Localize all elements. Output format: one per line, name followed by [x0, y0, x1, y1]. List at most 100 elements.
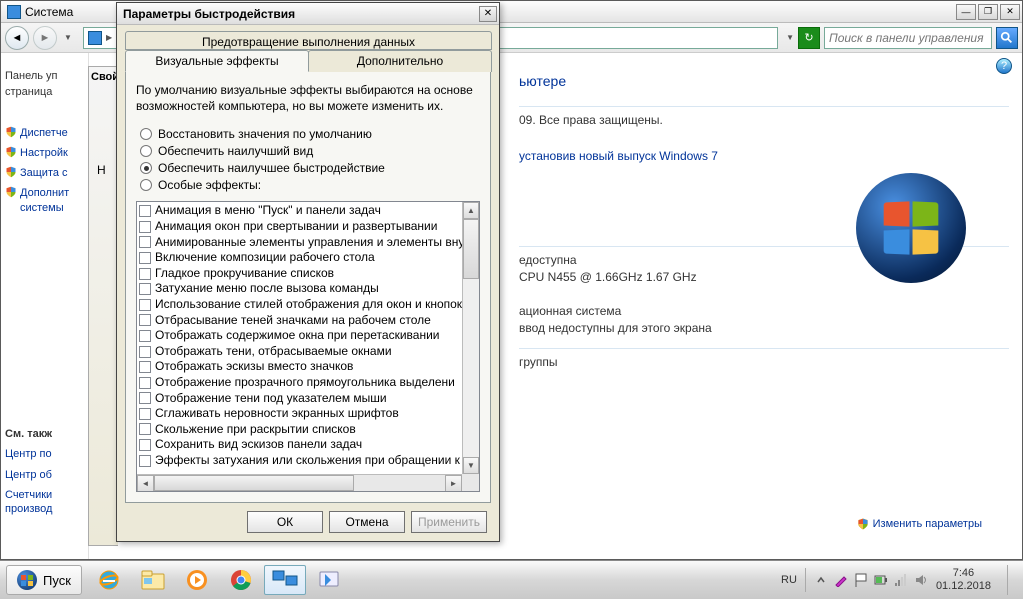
- effect-option[interactable]: Отбрасывание теней значками на рабочем с…: [139, 313, 460, 329]
- control-panel-home[interactable]: Панель уп: [5, 69, 84, 83]
- checkbox-icon[interactable]: [139, 221, 151, 233]
- checkbox-icon[interactable]: [139, 439, 151, 451]
- search-button[interactable]: [996, 27, 1018, 49]
- radio-icon: [140, 128, 152, 140]
- effect-option[interactable]: Эффекты затухания или скольжения при обр…: [139, 453, 460, 469]
- change-settings-link[interactable]: Изменить параметры: [857, 518, 982, 530]
- tray-flag-icon[interactable]: [854, 573, 868, 587]
- sidebar-link[interactable]: Центр по: [5, 447, 84, 461]
- effect-option[interactable]: Отображать тени, отбрасываемые окнами: [139, 344, 460, 360]
- hscroll-thumb[interactable]: [154, 475, 354, 491]
- effect-option[interactable]: Гладкое прокручивание списков: [139, 266, 460, 282]
- sidebar-item[interactable]: Настройк: [5, 146, 84, 160]
- sidebar-link[interactable]: Центр об: [5, 468, 84, 482]
- radio-option[interactable]: Обеспечить наилучший вид: [140, 144, 480, 158]
- address-dropdown-icon[interactable]: ▼: [786, 33, 794, 42]
- nav-history-dropdown[interactable]: ▼: [61, 26, 75, 50]
- radio-label: Обеспечить наилучшее быстродействие: [158, 161, 385, 175]
- tray-power-icon[interactable]: [874, 573, 888, 587]
- clock[interactable]: 7:46 01.12.2018: [936, 567, 995, 593]
- taskbar-ie-icon[interactable]: [88, 565, 130, 595]
- taskbar-explorer-icon[interactable]: [132, 565, 174, 595]
- taskbar-system-icon[interactable]: [264, 565, 306, 595]
- taskbar-app-icon[interactable]: [308, 565, 350, 595]
- maximize-button[interactable]: ❐: [978, 4, 998, 20]
- radio-option[interactable]: Обеспечить наилучшее быстродействие: [140, 161, 480, 175]
- effect-option[interactable]: Отображение тени под указателем мыши: [139, 391, 460, 407]
- refresh-button[interactable]: ↻: [798, 27, 820, 49]
- start-button[interactable]: Пуск: [6, 565, 82, 595]
- effect-option[interactable]: Отображение прозрачного прямоугольника в…: [139, 375, 460, 391]
- vertical-scrollbar[interactable]: ▲ ▼: [462, 202, 479, 474]
- checkbox-icon[interactable]: [139, 423, 151, 435]
- effect-option[interactable]: Использование стилей отображения для око…: [139, 297, 460, 313]
- effect-option[interactable]: Анимация окон при свертывании и разверты…: [139, 219, 460, 235]
- tray-volume-icon[interactable]: [914, 573, 928, 587]
- effect-option[interactable]: Отображать содержимое окна при перетаски…: [139, 328, 460, 344]
- checkbox-icon[interactable]: [139, 408, 151, 420]
- effect-option[interactable]: Отображать эскизы вместо значков: [139, 359, 460, 375]
- tab-visual-effects[interactable]: Визуальные эффекты: [125, 50, 309, 72]
- effect-option[interactable]: Затухание меню после вызова команды: [139, 281, 460, 297]
- tray-chevron-icon[interactable]: [814, 573, 828, 587]
- scroll-down-button[interactable]: ▼: [463, 457, 479, 474]
- sidebar-item[interactable]: Дополнит системы: [5, 186, 84, 215]
- horizontal-scrollbar[interactable]: ◄ ►: [137, 474, 462, 491]
- system-properties-title: Свой: [91, 71, 116, 83]
- effect-label: Анимация в меню "Пуск" и панели задач: [155, 203, 381, 219]
- tab-advanced[interactable]: Дополнительно: [308, 50, 492, 72]
- tray-network-icon[interactable]: [894, 573, 908, 587]
- back-button[interactable]: ◄: [5, 26, 29, 50]
- effect-option[interactable]: Скольжение при раскрытии списков: [139, 422, 460, 438]
- language-indicator[interactable]: RU: [781, 574, 797, 586]
- effect-label: Использование стилей отображения для око…: [155, 297, 462, 313]
- apply-button[interactable]: Применить: [411, 511, 487, 533]
- checkbox-icon[interactable]: [139, 205, 151, 217]
- dialog-close-button[interactable]: ✕: [479, 6, 497, 22]
- cancel-button[interactable]: Отмена: [329, 511, 405, 533]
- upgrade-link[interactable]: установив новый выпуск Windows 7: [519, 149, 718, 163]
- close-button[interactable]: ✕: [1000, 4, 1020, 20]
- upgrade-row: установив новый выпуск Windows 7: [519, 149, 992, 163]
- control-panel-home2[interactable]: страница: [5, 85, 84, 99]
- taskbar-chrome-icon[interactable]: [220, 565, 262, 595]
- checkbox-icon[interactable]: [139, 392, 151, 404]
- tray-pen-icon[interactable]: [834, 573, 848, 587]
- checkbox-icon[interactable]: [139, 330, 151, 342]
- effect-option[interactable]: Сохранить вид эскизов панели задач: [139, 437, 460, 453]
- minimize-button[interactable]: —: [956, 4, 976, 20]
- checkbox-icon[interactable]: [139, 236, 151, 248]
- ok-button[interactable]: ОК: [247, 511, 323, 533]
- sidebar-item[interactable]: Диспетче: [5, 126, 84, 140]
- radio-option[interactable]: Особые эффекты:: [140, 178, 480, 192]
- checkbox-icon[interactable]: [139, 455, 151, 467]
- checkbox-icon[interactable]: [139, 252, 151, 264]
- sidebar-item[interactable]: Защита с: [5, 166, 84, 180]
- effect-option[interactable]: Анимация в меню "Пуск" и панели задач: [139, 203, 460, 219]
- forward-button[interactable]: ►: [33, 26, 57, 50]
- sidebar-link[interactable]: Счетчики производ: [5, 488, 84, 517]
- checkbox-icon[interactable]: [139, 361, 151, 373]
- sidebar: Панель уп страница Диспетче Настройк Защит…: [1, 53, 89, 559]
- checkbox-icon[interactable]: [139, 377, 151, 389]
- show-desktop-button[interactable]: [1007, 565, 1017, 595]
- scroll-up-button[interactable]: ▲: [463, 202, 479, 219]
- effect-option[interactable]: Сглаживать неровности экранных шрифтов: [139, 406, 460, 422]
- scroll-left-button[interactable]: ◄: [137, 475, 154, 492]
- pen-row: ввод недоступны для этого экрана: [519, 321, 992, 335]
- scroll-right-button[interactable]: ►: [445, 475, 462, 492]
- scroll-thumb[interactable]: [463, 219, 479, 279]
- taskbar-wmp-icon[interactable]: [176, 565, 218, 595]
- checkbox-icon[interactable]: [139, 314, 151, 326]
- effect-option[interactable]: Анимированные элементы управления и элем…: [139, 235, 460, 251]
- checkbox-icon[interactable]: [139, 299, 151, 311]
- checkbox-icon[interactable]: [139, 346, 151, 358]
- dialog-titlebar[interactable]: Параметры быстродействия ✕: [117, 3, 499, 25]
- search-placeholder: Поиск в панели управления: [829, 31, 984, 45]
- effect-option[interactable]: Включение композиции рабочего стола: [139, 250, 460, 266]
- checkbox-icon[interactable]: [139, 268, 151, 280]
- radio-option[interactable]: Восстановить значения по умолчанию: [140, 127, 480, 141]
- tab-dep[interactable]: Предотвращение выполнения данных: [125, 31, 492, 50]
- checkbox-icon[interactable]: [139, 283, 151, 295]
- search-input[interactable]: Поиск в панели управления: [824, 27, 992, 49]
